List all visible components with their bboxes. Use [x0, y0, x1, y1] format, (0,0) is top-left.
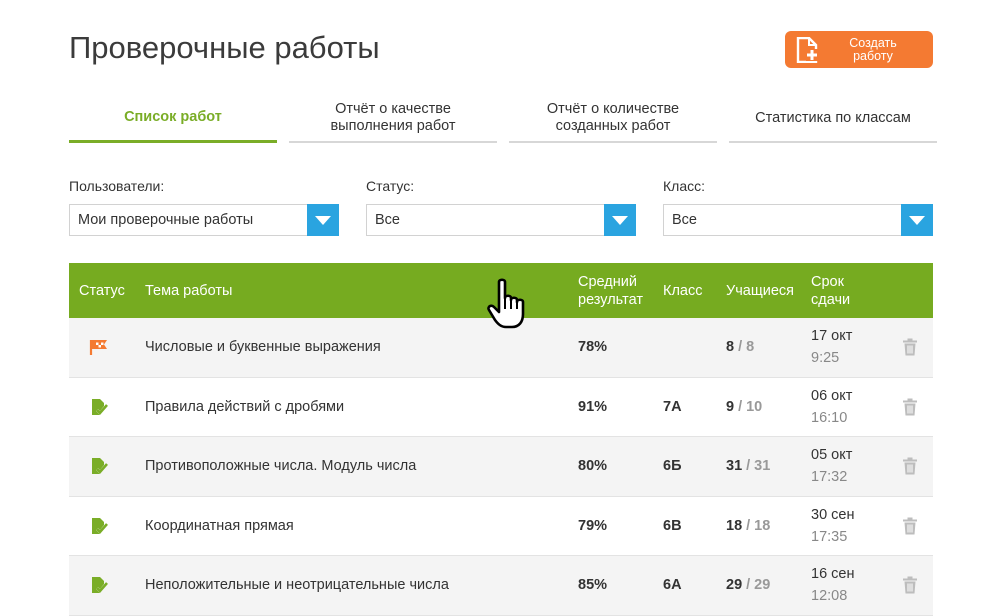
students-count: 9/10: [726, 378, 762, 437]
students-separator: /: [738, 398, 743, 415]
chevron-down-icon[interactable]: [307, 204, 339, 236]
status-select[interactable]: Все: [366, 204, 636, 236]
average-result: 91%: [578, 398, 608, 415]
check-document-icon: [89, 556, 109, 615]
students-done: 8: [726, 339, 735, 356]
create-work-label: Создать работу: [849, 35, 897, 63]
header-average[interactable]: Средний результат: [578, 263, 643, 318]
due-day: 16 сен: [811, 566, 855, 583]
class-filter: Класс: Все: [663, 178, 933, 236]
students-separator: /: [746, 517, 751, 534]
header-status[interactable]: Статус: [79, 263, 125, 318]
tabs-bar: Список работ Отчёт о качестве выполнения…: [69, 95, 937, 143]
status-filter: Статус: Все: [366, 178, 636, 236]
table-body: Числовые и буквенные выражения 78% 8/8 17 о…: [69, 318, 933, 616]
chevron-down-icon[interactable]: [604, 204, 636, 236]
users-filter-label: Пользователи:: [69, 178, 165, 194]
due-day: 05 окт: [811, 447, 853, 464]
header-due[interactable]: Срок сдачи: [811, 263, 850, 318]
tab-class-statistics[interactable]: Статистика по классам: [729, 95, 937, 143]
trash-icon[interactable]: [902, 556, 918, 615]
check-document-icon: [89, 497, 109, 556]
work-topic[interactable]: Правила действий с дробями: [145, 378, 344, 437]
tab-quantity-report[interactable]: Отчёт о количестве созданных работ: [509, 95, 717, 143]
document-plus-icon: [795, 36, 819, 63]
trash-icon[interactable]: [902, 437, 918, 496]
hand-cursor-icon: [487, 278, 525, 329]
due-date: 05 окт 17:32: [811, 437, 852, 496]
flag-icon: [89, 318, 109, 377]
trash-icon[interactable]: [902, 378, 918, 437]
page-title: Проверочные работы: [69, 30, 380, 65]
table-row[interactable]: Правила действий с дробями 91% 7А 9/10 06 ок…: [69, 377, 933, 437]
work-topic[interactable]: Координатная прямая: [145, 497, 294, 556]
chevron-down-icon[interactable]: [901, 204, 933, 236]
users-select-value: Мои проверочные работы: [78, 212, 254, 228]
work-topic[interactable]: Неположительные и неотрицательные числа: [145, 556, 449, 615]
students-done: 29: [726, 577, 743, 594]
class-name: 6Б: [663, 458, 682, 475]
students-total: 8: [746, 339, 755, 356]
students-count: 8/8: [726, 318, 754, 377]
students-count: 31/31: [726, 437, 770, 496]
students-done: 31: [726, 458, 743, 475]
table-row[interactable]: Координатная прямая 79% 6В 18/18 30 сен 17:35: [69, 496, 933, 556]
average-result: 78%: [578, 339, 608, 356]
users-select[interactable]: Мои проверочные работы: [69, 204, 339, 236]
class-select[interactable]: Все: [663, 204, 933, 236]
table-row[interactable]: Противоположные числа. Модуль числа 80% 6Б…: [69, 437, 933, 497]
class-name: 7А: [663, 398, 682, 415]
due-time: 16:10: [811, 409, 848, 426]
due-day: 30 сен: [811, 506, 855, 523]
due-date: 30 сен 17:35: [811, 497, 854, 556]
due-date: 16 сен 12:08: [811, 556, 854, 615]
students-total: 31: [754, 458, 771, 475]
class-name: 6В: [663, 517, 682, 534]
due-time: 17:32: [811, 469, 848, 486]
tab-work-list[interactable]: Список работ: [69, 95, 277, 143]
create-work-button[interactable]: Создать работу: [785, 31, 933, 68]
class-select-value: Все: [672, 212, 697, 228]
due-day: 17 окт: [811, 328, 853, 345]
due-day: 06 окт: [811, 387, 853, 404]
class-filter-label: Класс:: [663, 178, 705, 194]
average-result: 85%: [578, 577, 608, 594]
students-done: 18: [726, 517, 743, 534]
work-topic[interactable]: Числовые и буквенные выражения: [145, 318, 381, 377]
due-time: 17:35: [811, 528, 848, 545]
header-students[interactable]: Учащиеся: [726, 263, 794, 318]
class-name: 6А: [663, 577, 682, 594]
check-document-icon: [89, 378, 109, 437]
users-filter: Пользователи: Мои проверочные работы: [69, 178, 339, 236]
status-select-value: Все: [375, 212, 400, 228]
trash-icon[interactable]: [902, 318, 918, 377]
average-result: 79%: [578, 517, 608, 534]
students-separator: /: [746, 458, 751, 475]
tab-quality-report[interactable]: Отчёт о качестве выполнения работ: [289, 95, 497, 143]
trash-icon[interactable]: [902, 497, 918, 556]
average-result: 80%: [578, 458, 608, 475]
due-date: 06 окт 16:10: [811, 378, 852, 437]
work-topic[interactable]: Противоположные числа. Модуль числа: [145, 437, 416, 496]
students-separator: /: [738, 339, 743, 356]
students-count: 29/29: [726, 556, 770, 615]
students-done: 9: [726, 398, 735, 415]
students-total: 18: [754, 517, 771, 534]
status-filter-label: Статус:: [366, 178, 415, 194]
check-document-icon: [89, 437, 109, 496]
students-total: 29: [754, 577, 771, 594]
students-separator: /: [746, 577, 751, 594]
table-row[interactable]: Неположительные и неотрицательные числа 8…: [69, 556, 933, 616]
students-total: 10: [746, 398, 763, 415]
due-time: 9:25: [811, 350, 840, 367]
header-class[interactable]: Класс: [663, 263, 702, 318]
students-count: 18/18: [726, 497, 770, 556]
header-topic[interactable]: Тема работы: [145, 263, 232, 318]
due-date: 17 окт 9:25: [811, 318, 852, 377]
due-time: 12:08: [811, 588, 848, 605]
